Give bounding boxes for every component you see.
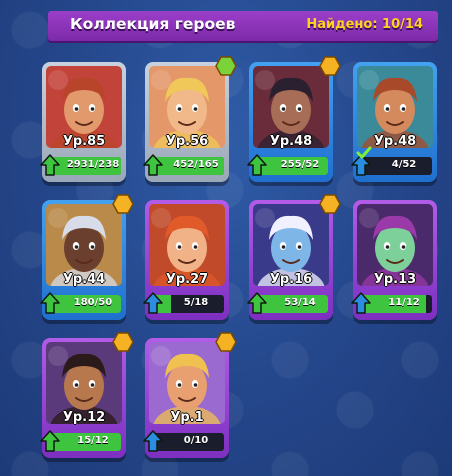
hexagon-badge-icon <box>112 194 134 214</box>
hero-card[interactable]: Ур.48 255/52 <box>247 56 341 182</box>
upgrade-arrow-icon <box>247 292 267 314</box>
upgrade-arrow-icon <box>143 154 163 176</box>
hero-card[interactable]: Ур.16 53/14 <box>247 194 341 320</box>
hero-level: Ур.16 <box>269 272 313 287</box>
card-progress-text: 2931/238 <box>66 159 120 170</box>
upgrade-arrow-icon <box>40 292 60 314</box>
card-progress-text: 452/165 <box>173 159 219 170</box>
hero-card[interactable]: Ур.27 5/18 <box>143 200 229 320</box>
card-progress-text: 5/18 <box>183 297 209 308</box>
upgrade-arrow-icon <box>247 154 267 176</box>
hexagon-badge-icon <box>215 332 237 352</box>
hero-level: Ур.85 <box>62 134 106 149</box>
card-progress-text: 255/52 <box>280 159 320 170</box>
hero-level: Ур.13 <box>373 272 417 287</box>
level-arrow-icon <box>351 292 371 314</box>
upgrade-arrow-icon <box>40 154 60 176</box>
upgrade-arrow-icon <box>40 430 60 452</box>
card-progress-text: 15/12 <box>77 435 109 446</box>
hero-card[interactable]: Ур.12 15/12 <box>40 332 134 458</box>
hero-card[interactable]: Ур.48 4/52 <box>351 62 437 182</box>
checkmark-icon <box>356 145 372 159</box>
hero-card[interactable]: Ур.85 2931/238 <box>40 62 126 182</box>
hero-card[interactable]: Ур.13 11/12 <box>351 200 437 320</box>
hexagon-badge-icon <box>215 56 237 76</box>
hexagon-badge-icon <box>319 194 341 214</box>
hero-level: Ур.1 <box>170 410 204 425</box>
collection-header: Коллекция героев Найдено: 10/14 <box>48 11 438 41</box>
hero-level: Ур.48 <box>269 134 313 149</box>
level-arrow-icon <box>143 430 163 452</box>
card-progress-text: 11/12 <box>388 297 420 308</box>
hero-level: Ур.44 <box>62 272 106 287</box>
level-arrow-icon <box>143 292 163 314</box>
hero-card[interactable]: Ур.56 452/165 <box>143 56 237 182</box>
hero-level: Ур.56 <box>165 134 209 149</box>
hero-card[interactable]: Ур.1 0/10 <box>143 332 237 458</box>
card-progress-text: 180/50 <box>73 297 113 308</box>
found-counter: Найдено: 10/14 <box>306 17 423 32</box>
hero-level: Ур.27 <box>165 272 209 287</box>
hero-level: Ур.12 <box>62 410 106 425</box>
hexagon-badge-icon <box>112 332 134 352</box>
hexagon-badge-icon <box>319 56 341 76</box>
card-progress-text: 4/52 <box>391 159 417 170</box>
card-progress-text: 0/10 <box>183 435 209 446</box>
hero-card[interactable]: Ур.44 180/50 <box>40 194 134 320</box>
card-progress-text: 53/14 <box>284 297 316 308</box>
page-title: Коллекция героев <box>70 15 236 33</box>
